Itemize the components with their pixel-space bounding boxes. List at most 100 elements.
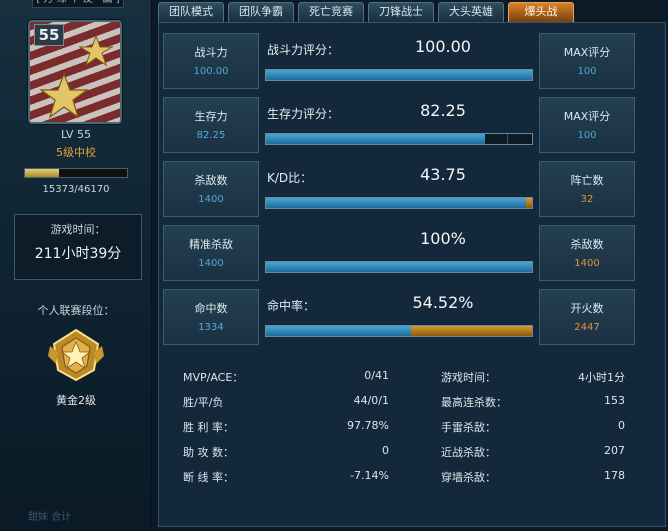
player-level: LV 55 — [61, 128, 91, 141]
detail-value: 207 — [604, 444, 625, 457]
stat-row: 生存力 82.25 生存力评分： 82.25 MAX评分 100 — [163, 97, 663, 155]
details-table: MVP/ACE： 0/41 游戏时间： 4小时1分 胜/平/负 44/0/1 最高连杀数： 1… — [179, 363, 649, 488]
stat-mid-label: K/D比： — [267, 171, 313, 185]
stat-progress-bar — [265, 261, 533, 273]
detail-value: 153 — [604, 394, 625, 407]
stat-right-label: MAX评分 — [563, 46, 611, 59]
stat-left-value: 1334 — [198, 322, 224, 333]
gold-league-badge-icon — [48, 328, 104, 382]
detail-key: 胜/平/负 — [183, 396, 224, 409]
stat-left-value: 1400 — [198, 258, 224, 269]
stat-left-value: 82.25 — [196, 130, 226, 141]
stat-mid: 命中率： 54.52% — [263, 289, 535, 347]
stat-progress-fill — [266, 70, 532, 80]
stat-right-box: MAX评分 100 — [539, 33, 635, 89]
exp-progress-bar — [24, 168, 128, 178]
stat-right-label: 阵亡数 — [570, 174, 604, 187]
rank-name: 5级中校 — [56, 146, 96, 159]
detail-value: 0 — [618, 419, 625, 432]
stat-row: 精准杀敌 1400 100% 杀敌数 1400 — [163, 225, 663, 283]
stat-progress-bar — [265, 325, 533, 337]
player-profile-panel: [ 万 缘 中 友 · 国 ] 55 LV 55 5级中校 15373/4617… — [0, 0, 152, 531]
rank-insignia: 55 — [28, 20, 122, 124]
stat-right-value: 2447 — [574, 322, 600, 333]
stat-left-box: 命中数 1334 — [163, 289, 259, 345]
stat-left-box: 杀敌数 1400 — [163, 161, 259, 217]
stat-left-label: 命中数 — [194, 302, 228, 315]
playtime-value: 211小时39分 — [34, 246, 122, 262]
stat-left-label: 战斗力 — [194, 46, 228, 59]
stat-left-label: 精准杀敌 — [189, 238, 233, 251]
stat-mid-label: 命中率： — [267, 299, 316, 313]
stat-mid-value: 100% — [420, 229, 466, 248]
tab-1[interactable]: 团队争霸 — [228, 2, 294, 22]
stat-row: 命中数 1334 命中率： 54.52% 开火数 2447 — [163, 289, 663, 347]
mode-tabs: 团队模式 团队争霸 死亡竞赛 刀锋战士 大头英雄 爆头战 — [158, 0, 668, 22]
stat-mid-value: 100.00 — [415, 37, 471, 56]
stat-right-box: 阵亡数 32 — [539, 161, 635, 217]
stat-left-value: 100.00 — [193, 66, 229, 77]
detail-key: 胜 利 率： — [183, 421, 234, 434]
stat-progress-fill — [266, 262, 532, 272]
detail-value: 178 — [604, 469, 625, 482]
stat-mid-label: 战斗力评分： — [267, 43, 340, 57]
stat-mid: K/D比： 43.75 — [263, 161, 535, 219]
detail-key: 游戏时间： — [441, 371, 496, 384]
stat-right-value: 32 — [580, 194, 594, 205]
detail-row: 助 攻 数： 0 近战杀敌： 207 — [179, 438, 649, 463]
stat-right-label: 杀敌数 — [570, 238, 604, 251]
stat-progress-fill — [266, 326, 411, 336]
tab-5[interactable]: 爆头战 — [508, 2, 574, 22]
stat-left-label: 生存力 — [194, 110, 228, 123]
tab-4[interactable]: 大头英雄 — [438, 2, 504, 22]
detail-value: 4小时1分 — [578, 371, 625, 384]
detail-value: 44/0/1 — [353, 394, 389, 407]
stat-right-value: 100 — [577, 66, 597, 77]
stat-row: 战斗力 100.00 战斗力评分： 100.00 MAX评分 100 — [163, 33, 663, 91]
detail-key: 穿墙杀敌： — [441, 471, 496, 484]
detail-key: 近战杀敌： — [441, 446, 496, 459]
tab-0[interactable]: 团队模式 — [158, 2, 224, 22]
stat-mid: 战斗力评分： 100.00 — [263, 33, 535, 91]
stat-left-value: 1400 — [198, 194, 224, 205]
stat-right-box: MAX评分 100 — [539, 97, 635, 153]
stat-progress-fill-secondary — [411, 326, 532, 336]
stat-progress-bar — [265, 197, 533, 209]
detail-key: 断 线 率： — [183, 471, 234, 484]
league-label: 个人联赛段位： — [37, 304, 115, 317]
detail-key: 手雷杀敌： — [441, 421, 496, 434]
detail-row: 胜 利 率： 97.78% 手雷杀敌： 0 — [179, 413, 649, 438]
clan-tag: [ 万 缘 中 友 · 国 ] — [32, 0, 124, 8]
playtime-box: 游戏时间： 211小时39分 — [14, 214, 142, 280]
detail-row: 断 线 率： -7.14% 穿墙杀敌： 178 — [179, 463, 649, 488]
detail-value: -7.14% — [350, 469, 389, 482]
stat-right-value: 100 — [577, 130, 597, 141]
stat-left-box: 生存力 82.25 — [163, 97, 259, 153]
stat-right-box: 杀敌数 1400 — [539, 225, 635, 281]
stat-progress-bar — [265, 69, 533, 81]
stat-right-box: 开火数 2447 — [539, 289, 635, 345]
stat-progress-fill-secondary — [526, 198, 532, 208]
tab-3[interactable]: 刀锋战士 — [368, 2, 434, 22]
tab-2[interactable]: 死亡竞赛 — [298, 2, 364, 22]
stat-progress-fill — [266, 134, 485, 144]
stat-mid-value: 82.25 — [420, 101, 466, 120]
stat-right-label: 开火数 — [570, 302, 604, 315]
detail-key: 助 攻 数： — [183, 446, 234, 459]
stat-right-label: MAX评分 — [563, 110, 611, 123]
stat-mid-value: 54.52% — [412, 293, 474, 312]
stat-mid-value: 43.75 — [420, 165, 466, 184]
stats-panel: 战斗力 100.00 战斗力评分： 100.00 MAX评分 100 生存力 82.25 生存力… — [158, 22, 666, 527]
detail-value: 0 — [382, 444, 389, 457]
stat-left-label: 杀敌数 — [194, 174, 228, 187]
detail-key: MVP/ACE： — [183, 371, 244, 384]
stat-progress-segment — [507, 134, 508, 144]
stat-mid: 生存力评分： 82.25 — [263, 97, 535, 155]
detail-key: 最高连杀数： — [441, 396, 507, 409]
stat-progress-bar — [265, 133, 533, 145]
stat-right-value: 1400 — [574, 258, 600, 269]
stat-left-box: 精准杀敌 1400 — [163, 225, 259, 281]
stat-left-box: 战斗力 100.00 — [163, 33, 259, 89]
left-footer: 甜妹 合计 — [28, 512, 72, 523]
detail-row: 胜/平/负 44/0/1 最高连杀数： 153 — [179, 388, 649, 413]
